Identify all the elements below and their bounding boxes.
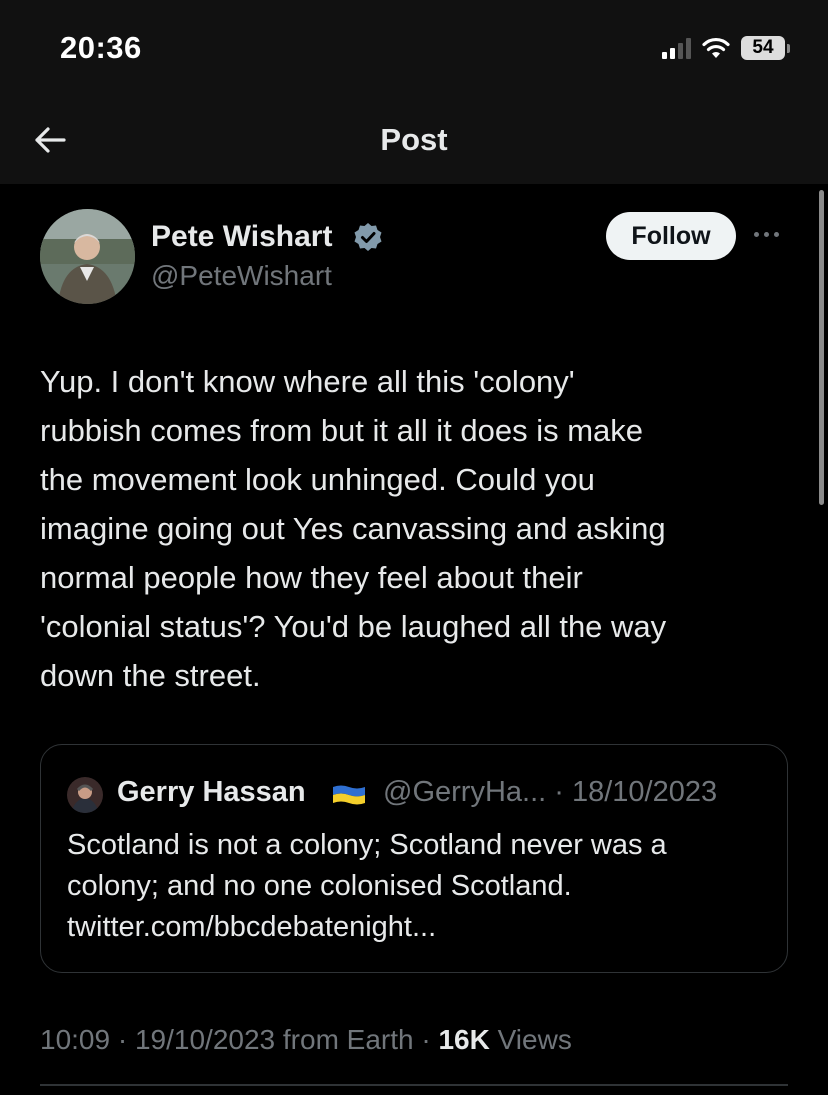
cellular-signal-icon: [662, 37, 691, 59]
more-horizontal-icon[interactable]: [754, 232, 779, 237]
views-label: Views: [497, 1024, 572, 1055]
avatar[interactable]: [40, 209, 135, 304]
author-handle[interactable]: @PeteWishart: [151, 260, 332, 292]
quote-author-handle: @GerryHa...: [383, 776, 547, 808]
post-source: from Earth: [282, 1024, 414, 1055]
status-bar: 20:36 54: [0, 0, 828, 100]
quote-avatar: [67, 777, 103, 813]
post-date: 19/10/2023: [134, 1024, 276, 1055]
battery-level: 54: [741, 36, 785, 60]
divider: [40, 1084, 788, 1086]
wifi-icon: [702, 37, 730, 58]
ukraine-flag-icon: [333, 785, 365, 805]
scrollbar[interactable]: [819, 190, 824, 505]
quote-author-name: Gerry Hassan: [117, 776, 306, 808]
quote-date: 18/10/2023: [571, 776, 718, 808]
post-time: 10:09: [40, 1024, 111, 1055]
status-icons: 54: [662, 36, 790, 60]
quoted-post[interactable]: Gerry Hassan @GerryHa... · 18/10/2023 Sc…: [40, 744, 788, 973]
views-count[interactable]: 16K: [438, 1024, 489, 1055]
battery-icon: 54: [741, 36, 790, 60]
post-text: Yup. I don't know where all this 'colony…: [40, 364, 667, 693]
nav-bar: Post: [0, 100, 828, 184]
quote-meta: @GerryHa... · 18/10/2023: [383, 776, 718, 808]
follow-button[interactable]: Follow: [606, 212, 736, 260]
post-meta: 10:09 · 19/10/2023 from Earth · 16K View…: [40, 1024, 572, 1055]
page-title: Post: [380, 122, 448, 157]
status-time: 20:36: [60, 30, 142, 65]
verified-badge-icon: [354, 223, 382, 251]
author-name[interactable]: Pete Wishart: [151, 220, 332, 254]
quote-text: Scotland is not a colony; Scotland never…: [67, 829, 667, 943]
